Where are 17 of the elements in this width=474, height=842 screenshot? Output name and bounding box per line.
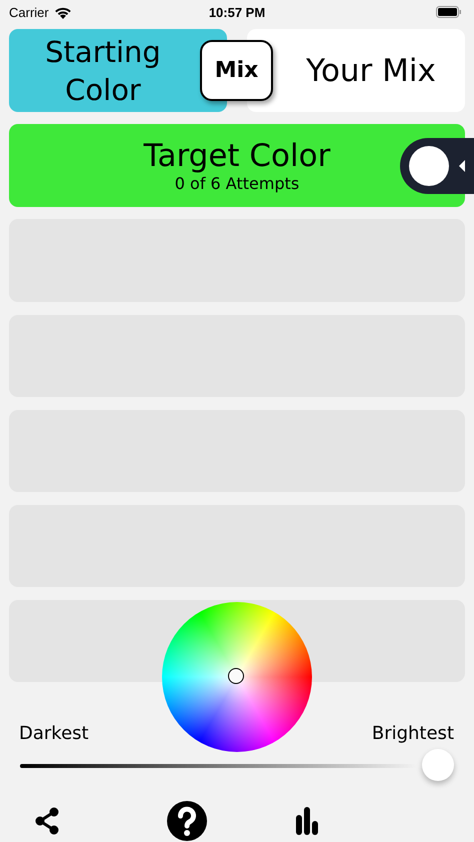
your-mix-label: Your Mix — [306, 52, 436, 88]
toggle-handle[interactable] — [400, 138, 474, 194]
clock-time: 10:57 PM — [208, 4, 266, 20]
target-color-title: Target Color — [144, 138, 330, 174]
darkest-label: Darkest — [19, 723, 89, 745]
slider-thumb[interactable] — [422, 749, 454, 781]
attempts-count: 0 of 6 Attempts — [174, 174, 300, 193]
mix-button[interactable]: Mix — [200, 40, 273, 101]
stats-icon[interactable] — [293, 807, 321, 835]
wifi-icon — [54, 6, 72, 18]
carrier-name: Carrier — [9, 4, 49, 20]
brightest-label: Brightest — [372, 723, 454, 745]
battery-icon — [436, 6, 462, 18]
help-icon[interactable] — [167, 801, 207, 841]
starting-color-label: Starting Color — [44, 34, 162, 108]
share-icon[interactable] — [33, 807, 61, 835]
color-picker-handle[interactable] — [228, 668, 244, 684]
